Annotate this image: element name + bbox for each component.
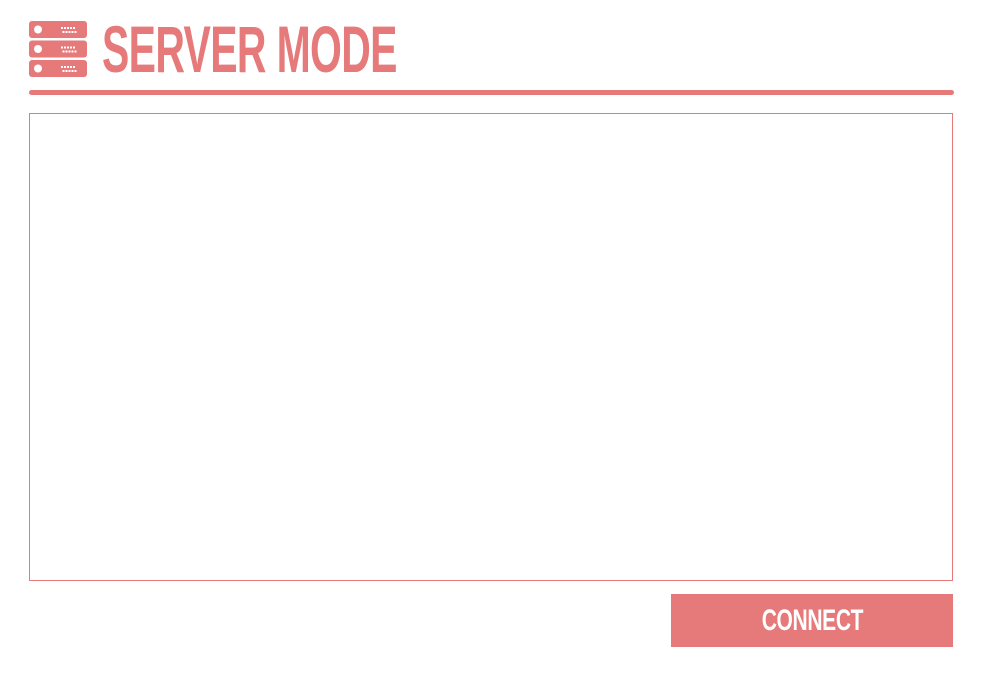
- header-divider: [29, 90, 954, 95]
- connect-button[interactable]: CONNECT: [671, 594, 953, 647]
- connect-button-label: CONNECT: [761, 603, 863, 637]
- page-title: SERVER MODE: [102, 12, 397, 86]
- server-icon: [29, 21, 87, 77]
- log-panel[interactable]: [29, 113, 953, 581]
- header: SERVER MODE: [29, 14, 578, 84]
